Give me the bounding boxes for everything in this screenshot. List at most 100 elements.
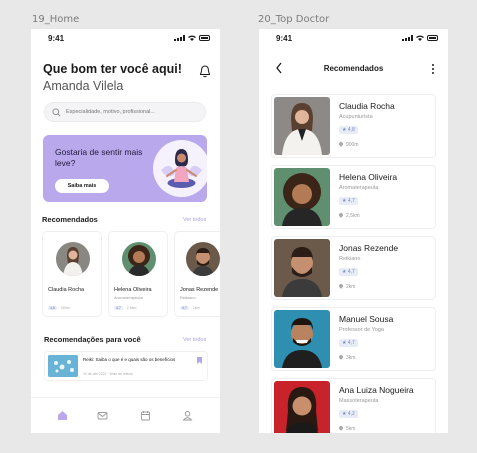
search-bar[interactable] (44, 102, 206, 122)
learn-more-button[interactable]: Saiba mais (55, 179, 109, 193)
more-vertical-icon[interactable] (432, 64, 435, 74)
doctor-rating: ★ 4,8 (339, 126, 358, 134)
doctor-distance: 900m (338, 141, 359, 148)
doctor-specialty: Massoterapeuta (339, 398, 379, 404)
battery-icon (427, 35, 438, 41)
doctor-distance: 5km (338, 425, 356, 432)
signal-icon (174, 35, 185, 41)
doctor-rating: ★ 4,7 (339, 268, 358, 276)
profile-icon[interactable] (182, 410, 193, 421)
recommendations-section-title: Recomendações para você (44, 335, 141, 344)
avatar (186, 242, 220, 276)
card-rating: 4,7 (180, 306, 189, 310)
battery-icon (199, 35, 210, 41)
recommended-section-title: Recomendados (42, 215, 98, 224)
doctor-photo (274, 310, 330, 368)
user-name: Amanda Vilela (43, 79, 124, 93)
card-specialty: Aromaterapeuta (114, 295, 143, 300)
distance-value: 5km (346, 426, 356, 432)
meditation-illustration (153, 140, 207, 197)
doctor-photo (274, 381, 330, 433)
rating-value: 4,7 (347, 340, 355, 346)
banner-title: Gostaria de sentir mais leve? (55, 147, 143, 168)
recommendations-see-all-link[interactable]: Ver todos (183, 337, 206, 343)
card-meta: 4,7 2km (180, 306, 200, 310)
card-rating: 4,7 (114, 306, 123, 310)
doctor-specialty: Reikiano (339, 256, 361, 262)
distance-value: 2km (346, 284, 356, 290)
card-name: Claudia Rocha (48, 287, 85, 293)
doctor-specialty: Acupunturista (339, 114, 373, 120)
greeting-title: Que bom ter você aqui! (43, 62, 182, 76)
status-time: 9:41 (276, 34, 293, 43)
bookmark-icon[interactable] (197, 357, 202, 364)
doctor-rating: ★ 4,7 (339, 197, 358, 205)
doctor-list-item[interactable]: Jonas Rezende Reikiano ★ 4,7 2km (271, 236, 436, 300)
doctor-specialty: Professor de Yoga (339, 327, 384, 333)
location-pin-icon (338, 425, 344, 431)
doctor-name: Claudia Rocha (339, 101, 395, 111)
card-rating: 4,8 (48, 306, 57, 310)
article-title: Reiki: Saiba o que é e quais são os bene… (83, 357, 176, 362)
doctor-list-item[interactable]: Claudia Rocha Acupunturista ★ 4,8 900m (271, 94, 436, 158)
avatar (56, 242, 90, 276)
doctor-distance: 2km (338, 283, 356, 290)
frame-label-top-doctor: 20_Top Doctor (258, 14, 330, 25)
rating-value: 4,7 (347, 198, 355, 204)
frame-label-home: 19_Home (32, 14, 80, 25)
doctor-list-item[interactable]: Manuel Sousa Professor de Yoga ★ 4,7 3km (271, 307, 436, 371)
location-pin-icon (338, 354, 344, 360)
recommended-see-all-link[interactable]: Ver todos (183, 217, 206, 223)
card-meta: 4,7 2,5km (114, 306, 136, 310)
card-name: Jonas Rezende (180, 287, 219, 293)
recommended-card[interactable]: Helena Oliveira Aromaterapeuta 4,7 2,5km (108, 231, 168, 317)
card-distance: 900m (60, 306, 70, 310)
location-pin-icon (338, 283, 344, 289)
status-icons (174, 35, 210, 41)
article-meta: 10 de abr 2022 · 5min de leitura (83, 372, 133, 376)
mail-icon[interactable] (97, 410, 108, 421)
doctor-list-item[interactable]: Helena Oliveira Aromaterapeuta ★ 4,7 2,5… (271, 165, 436, 229)
card-distance: 2,5km (126, 306, 137, 310)
doctor-name: Jonas Rezende (339, 243, 399, 253)
doctor-photo (274, 97, 330, 155)
doctor-list-item[interactable]: Ana Luiza Nogueira Massoterapeuta ★ 4,2 … (271, 378, 436, 433)
calendar-icon[interactable] (140, 410, 151, 421)
avatar (122, 242, 156, 276)
doctor-rating: ★ 4,7 (339, 339, 358, 347)
bell-icon[interactable] (199, 65, 211, 78)
article-thumbnail (48, 355, 78, 377)
signal-icon (402, 35, 413, 41)
search-input[interactable] (66, 109, 205, 115)
distance-value: 3km (346, 355, 356, 361)
location-pin-icon (338, 141, 344, 147)
doctor-name: Helena Oliveira (339, 172, 398, 182)
rating-value: 4,7 (347, 269, 355, 275)
search-icon (52, 107, 61, 116)
doctor-photo (274, 168, 330, 226)
recommended-card[interactable]: Jonas Rezende Reikiano 4,7 2km (174, 231, 220, 317)
status-time: 9:41 (48, 34, 65, 43)
doctor-name: Ana Luiza Nogueira (339, 385, 414, 395)
home-icon[interactable] (57, 410, 68, 421)
rating-value: 4,8 (347, 127, 355, 133)
status-bar: 9:41 (31, 34, 220, 46)
status-icons (402, 35, 438, 41)
location-pin-icon (338, 212, 344, 218)
card-meta: 4,8 900m (48, 306, 70, 310)
doctor-distance: 2,5km (338, 212, 360, 219)
wifi-icon (188, 35, 196, 41)
top-doctor-screen: 9:41 Recomendados Claudia Rocha Acupuntu… (259, 29, 448, 433)
rating-value: 4,2 (347, 411, 355, 417)
distance-value: 2,5km (346, 213, 360, 219)
doctor-specialty: Aromaterapeuta (339, 185, 379, 191)
doctor-name: Manuel Sousa (339, 314, 394, 324)
page-title: Recomendados (323, 64, 384, 73)
recommended-card[interactable]: Claudia Rocha 4,8 900m (42, 231, 102, 317)
wellness-banner[interactable]: Gostaria de sentir mais leve? Saiba mais (43, 135, 207, 202)
card-distance: 2km (192, 306, 200, 310)
article-card[interactable]: Reiki: Saiba o que é e quais são os bene… (44, 351, 208, 381)
doctor-distance: 3km (338, 354, 356, 361)
doctor-photo (274, 239, 330, 297)
wifi-icon (416, 35, 424, 41)
